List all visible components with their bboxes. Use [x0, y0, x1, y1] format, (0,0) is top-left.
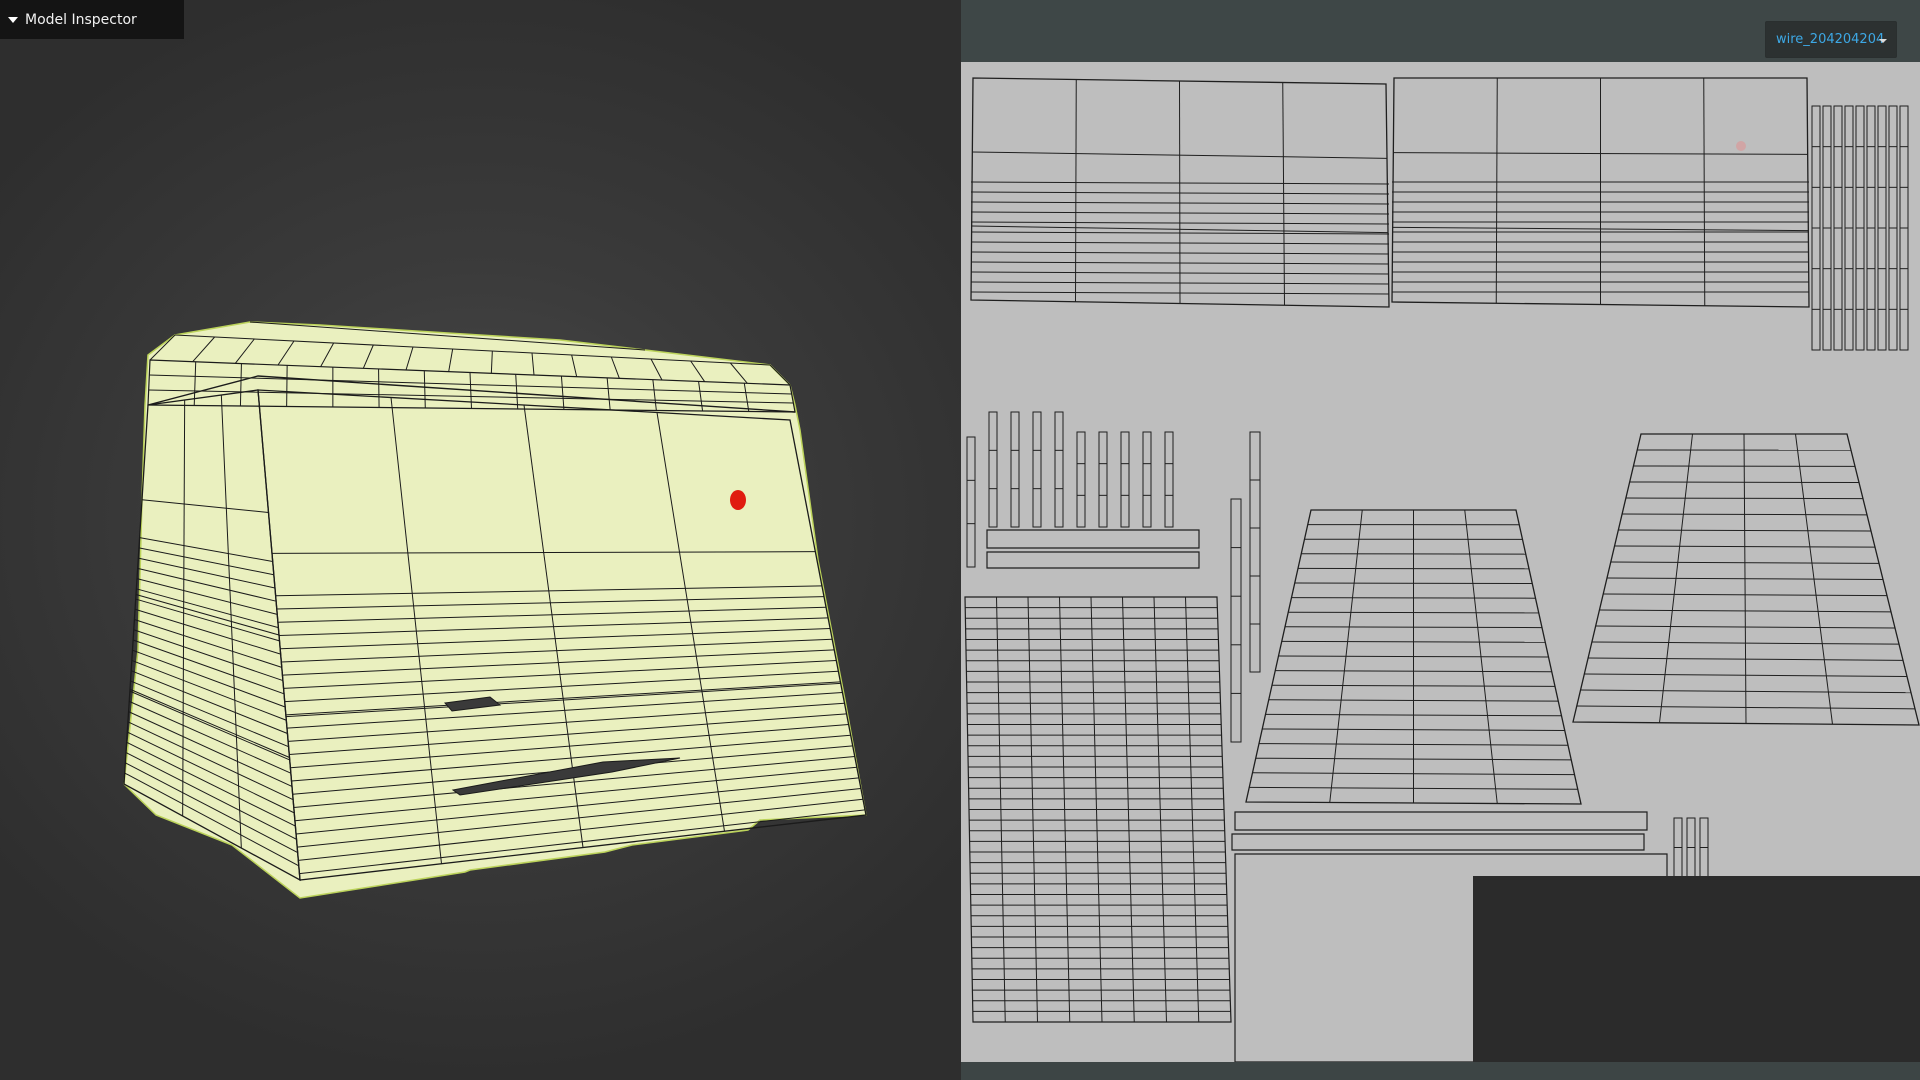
wire-edge	[1265, 713, 1562, 717]
uv-island	[988, 411, 998, 528]
wire-edge	[1275, 670, 1552, 673]
model-inspector-tab[interactable]: Model Inspector	[0, 0, 184, 39]
uv-island	[986, 551, 1200, 569]
material-dropdown[interactable]: wire_204204204	[1765, 21, 1897, 58]
vault-box-model	[123, 321, 867, 899]
wire-edge	[1278, 655, 1549, 658]
material-dropdown-value: wire_204204204	[1776, 32, 1885, 47]
wire-edge	[1610, 561, 1880, 564]
wire-edge	[1284, 626, 1543, 629]
uv-island	[1120, 431, 1130, 528]
uv-island	[986, 529, 1200, 549]
wire-edge	[286, 365, 288, 407]
uv-island	[1234, 811, 1648, 831]
selection-marker[interactable]	[730, 490, 746, 510]
uv-island	[1076, 431, 1086, 528]
wire-edge	[1075, 79, 1077, 302]
wire-edge	[378, 368, 380, 408]
uv-island	[1231, 833, 1645, 851]
3d-viewport[interactable]: Model Inspector	[0, 0, 961, 1080]
wire-edge	[1294, 582, 1533, 584]
uv-statusbar	[961, 1062, 1920, 1080]
wire-edge	[1614, 545, 1876, 548]
uv-island	[1142, 431, 1152, 528]
wire-edge	[1268, 699, 1559, 702]
wire-edge	[1179, 80, 1181, 304]
wire-edge	[1495, 77, 1498, 304]
uv-island	[1032, 411, 1042, 528]
inspector-title: Model Inspector	[25, 11, 137, 28]
uv-island	[1054, 411, 1064, 528]
uv-island	[1010, 411, 1020, 528]
wire-edge	[1622, 513, 1868, 516]
uv-island	[1164, 431, 1174, 528]
wire-edge	[1288, 611, 1539, 614]
wire-edge	[1618, 529, 1872, 532]
caret-down-icon	[1879, 39, 1887, 43]
uv-overlay-panel	[1473, 876, 1920, 1080]
caret-down-icon	[8, 16, 18, 23]
wire-edge	[1271, 684, 1556, 687]
uv-island	[1230, 498, 1242, 743]
wire-edge	[1291, 597, 1536, 599]
wire-edge	[1625, 497, 1864, 500]
wire-edge	[1281, 640, 1546, 643]
uv-island	[1249, 431, 1261, 673]
uv-island	[966, 436, 976, 568]
uv-island	[1098, 431, 1108, 528]
uv-selection-marker	[1736, 141, 1746, 151]
wire-edge	[1629, 481, 1860, 483]
uv-editor-panel: wire_204204204	[961, 0, 1920, 1080]
